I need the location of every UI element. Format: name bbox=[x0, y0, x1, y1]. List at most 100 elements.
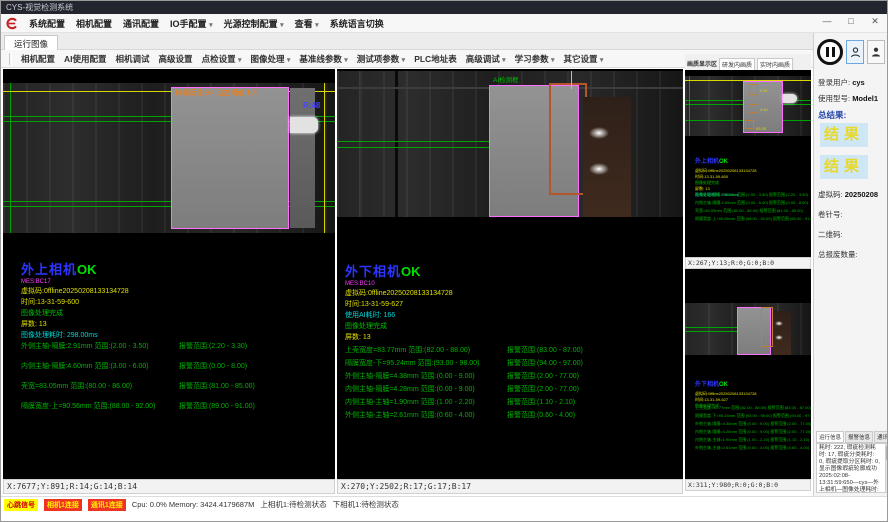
menu-view[interactable]: 查看 ▾ bbox=[295, 17, 319, 30]
operator-button[interactable] bbox=[867, 40, 885, 64]
log-tab-comm[interactable]: 通讯信息 bbox=[874, 431, 888, 443]
tab-strip: 运行图像 bbox=[1, 33, 888, 50]
tool-other-settings[interactable]: 其它设置 ▾ bbox=[564, 53, 604, 65]
tool-advanced-debug[interactable]: 高级调试 ▾ bbox=[466, 53, 506, 65]
tool-camera-debug[interactable]: 相机调试 bbox=[116, 53, 150, 65]
frames-line: 屏数: 13 bbox=[21, 319, 129, 330]
edge-line bbox=[324, 83, 325, 233]
measure-row: 隔膜宽度-下=95.24mm 范围:(93.00 - 98.00)报警范围:(9… bbox=[345, 358, 479, 368]
structure-line bbox=[359, 71, 360, 217]
user-filled-icon bbox=[870, 45, 882, 59]
tool-baseline-params[interactable]: 基准线参数 ▾ bbox=[299, 53, 347, 65]
upper-camera-status: 上相机1:待检测状态 bbox=[260, 499, 326, 510]
log-tab-run[interactable]: 运行信息 bbox=[816, 431, 844, 443]
window-title: CYS-视觉检测系统 bbox=[6, 3, 73, 12]
virtual-code-field: 虚拟码: 20250208 bbox=[818, 189, 878, 200]
user-login-button[interactable] bbox=[846, 40, 864, 64]
fixture-region bbox=[773, 311, 791, 355]
camera-name-label: 外上相机 bbox=[21, 262, 77, 277]
tool-advanced-settings[interactable]: 高级设置 bbox=[159, 53, 193, 65]
thumb-header: 画质显示区 研发内画质 实时内画质 bbox=[685, 54, 811, 70]
menu-comm-config[interactable]: 通讯配置 bbox=[123, 17, 159, 30]
thumb-header-label: 画质显示区 bbox=[687, 59, 717, 70]
log-output[interactable]: 耗时: 222, 瑕疵检测耗时: 17, 瑕疵分类耗时: 0, 瑕疵提取分区耗时… bbox=[816, 443, 886, 493]
camera-canvas-upper[interactable]: 纠偏阈值:93, 动态阈值:100 R:48 外上相机OK MES:BC17 虚… bbox=[3, 69, 335, 479]
pause-button[interactable] bbox=[817, 39, 843, 65]
measure-row: 外侧主轴-隔膜=4.38mm 范围:(0.00 - 9.00)报警范围:(2.0… bbox=[345, 371, 475, 381]
frames-line: 屏数: 13 bbox=[345, 332, 453, 343]
status-bar: 心跳信号 相机1连接 通讯1连接 Cpu: 0.0% Memory: 3424.… bbox=[1, 496, 888, 512]
menu-light-config[interactable]: 光源控制配置 ▾ bbox=[224, 17, 284, 30]
reflection-glint bbox=[589, 163, 609, 175]
cell-tab bbox=[290, 117, 318, 133]
camera-image-lower: AI检测框 bbox=[337, 71, 683, 217]
thumb-canvas-lower[interactable]: 外下相机OK 虚拟码:0ffline20250208133134728 时间:1… bbox=[685, 269, 811, 479]
time-line: 时间:13-31-59-627 bbox=[345, 299, 453, 310]
tool-spot-check[interactable]: 点检设置 ▾ bbox=[202, 53, 242, 65]
camera-link-badge: 相机1连接 bbox=[44, 499, 82, 511]
maximize-button[interactable]: □ bbox=[845, 16, 857, 27]
fixture-region bbox=[583, 97, 631, 217]
virtual-code-value: 20250208 bbox=[845, 190, 878, 199]
pixel-coords-lower: X:270;Y:2502;R:17;G:17;B:17 bbox=[337, 479, 683, 494]
log-tab-alarm[interactable]: 报警信息 bbox=[845, 431, 873, 443]
edge-line bbox=[571, 71, 572, 89]
measure-row: 隔膜宽度-上=90.56mm 范围:(88.00 - 92.00) 报警范围:(… bbox=[695, 216, 811, 222]
guide-line bbox=[689, 76, 690, 136]
battery-cell-region bbox=[171, 87, 289, 229]
tool-learning-params[interactable]: 学习参数 ▾ bbox=[515, 53, 555, 65]
login-user-field: 登录用户: cys bbox=[818, 77, 865, 88]
app-logo-icon bbox=[5, 17, 18, 30]
done-line: 图像处理完成 bbox=[21, 308, 129, 319]
result-overlay-upper: 外上相机OK MES:BC17 虚拟码:0ffline2025020813313… bbox=[21, 259, 129, 341]
thumb-canvas-upper[interactable]: 2.91 4.60 83.05 外上相机OK 虚拟码:0ffline202502… bbox=[685, 70, 811, 257]
minimize-button[interactable]: — bbox=[821, 16, 833, 27]
feature-annotation: 2.91 bbox=[760, 88, 768, 93]
measure-row: 隔膜宽度-下=95.24mm 范围:(93.00 - 98.00) 报警范围:(… bbox=[695, 413, 811, 419]
cpu-memory-text: Cpu: 0.0% Memory: 3424.4179687M bbox=[132, 500, 255, 509]
close-button[interactable]: ✕ bbox=[869, 16, 881, 27]
tool-plc-address-table[interactable]: PLC地址表 bbox=[414, 53, 457, 65]
camera-canvas-lower[interactable]: AI检测框 外下相机OK MES:BC10 虚拟码:0ffline2025020… bbox=[337, 69, 683, 479]
tool-image-processing[interactable]: 图像处理 ▾ bbox=[250, 53, 290, 65]
tool-test-params[interactable]: 测试项参数 ▾ bbox=[357, 53, 405, 65]
feature-box bbox=[745, 120, 754, 129]
roi-threshold-label: 纠偏阈值:93, 动态阈值:100 bbox=[175, 88, 258, 98]
model-field: 使用型号: Model1 bbox=[818, 93, 878, 104]
thumb-tab-live[interactable]: 实时内画质 bbox=[757, 58, 793, 70]
mes-label: MES:BC10 bbox=[345, 281, 453, 288]
tool-ai-usage-config[interactable]: AI使用配置 bbox=[64, 53, 107, 65]
qr-code-field: 二维码: bbox=[818, 229, 843, 240]
menu-system-config[interactable]: 系统配置 bbox=[29, 17, 65, 30]
ai-detect-box bbox=[761, 307, 773, 347]
result-box-lower: 结果 bbox=[820, 155, 868, 179]
measure-row: 内侧主轴-隔膜=4.28mm 范围:(0.00 - 9.00)报警范围:(2.0… bbox=[345, 384, 475, 394]
measure-row: 外侧主轴-隔膜:2.91mm 范围:(2.00 - 3.50)报警范围:(2.2… bbox=[21, 341, 149, 351]
reflection-glint bbox=[775, 335, 783, 340]
measure-row: 壳宽=83.05mm 范围:(80.00 - 86.00) 报警范围:(81.0… bbox=[695, 208, 803, 214]
pixel-coords-upper: X:7677;Y:891;R:14;G:14;B:14 bbox=[3, 479, 335, 494]
measure-row: 内侧主轴-隔膜:4.60mm 范围:(3.00 - 6.00)报警范围:(0.0… bbox=[21, 361, 149, 371]
measure-row: 内侧主轴-主轴=1.90mm 范围:(1.00 - 2.20)报警范围:(1.1… bbox=[345, 397, 475, 407]
ai-elapsed-line: 使用AI耗时: 166 bbox=[345, 310, 453, 321]
app-window: CYS-视觉检测系统 — □ ✕ 系统配置 相机配置 通讯配置 IO手配置 ▾ … bbox=[0, 0, 888, 522]
title-bar: CYS-视觉检测系统 bbox=[1, 1, 888, 14]
tool-camera-config[interactable]: 相机配置 bbox=[21, 53, 55, 65]
menu-camera-config[interactable]: 相机配置 bbox=[76, 17, 112, 30]
menu-bar: 系统配置 相机配置 通讯配置 IO手配置 ▾ 光源控制配置 ▾ 查看 ▾ 系统语… bbox=[1, 14, 888, 33]
camera-name-label: 外下相机 bbox=[345, 264, 401, 279]
thumb-image-lower bbox=[685, 303, 811, 355]
camera-image-upper: 纠偏阈值:93, 动态阈值:100 R:48 bbox=[3, 83, 335, 233]
menu-io-config[interactable]: IO手配置 ▾ bbox=[170, 17, 213, 30]
lower-camera-status: 下相机1:待检测状态 bbox=[333, 499, 399, 510]
log-tabs: 运行信息 报警信息 通讯信息 bbox=[816, 431, 888, 443]
control-buttons bbox=[817, 39, 888, 65]
elapsed-line: 图像处理耗时: 298.00ms bbox=[21, 330, 129, 341]
guide-line bbox=[10, 83, 11, 233]
menu-language-switch[interactable]: 系统语言切换 bbox=[330, 17, 384, 30]
ai-box-label: AI检测框 bbox=[493, 74, 519, 84]
tab-run-screen[interactable]: 运行图像 bbox=[4, 35, 58, 51]
measure-row: 外侧主轴-隔膜:2.91mm 范围:(2.00 - 3.50) 报警范围:(2.… bbox=[695, 192, 808, 198]
thumb-tab-dev[interactable]: 研发内画质 bbox=[719, 58, 755, 70]
camera-view-upper: 纠偏阈值:93, 动态阈值:100 R:48 外上相机OK MES:BC17 虚… bbox=[3, 69, 335, 494]
